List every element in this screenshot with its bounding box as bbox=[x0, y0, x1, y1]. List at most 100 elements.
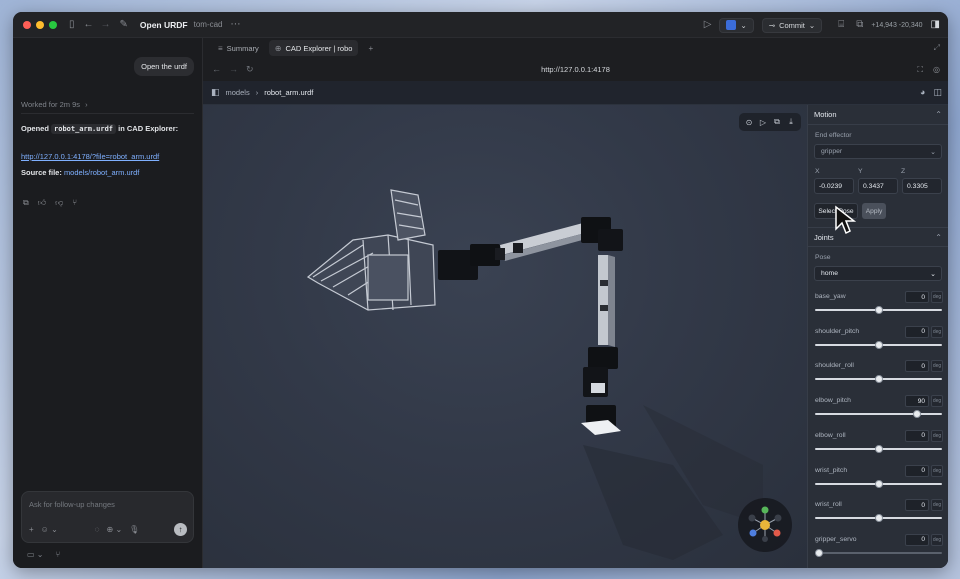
joint-name: wrist_roll bbox=[815, 501, 842, 509]
app-header-actions: ◕ ◫ bbox=[920, 87, 942, 98]
joint-slider[interactable] bbox=[815, 479, 942, 488]
slider-handle[interactable] bbox=[874, 306, 883, 314]
panel-toggle-icon[interactable]: ◨ bbox=[931, 20, 940, 30]
joint-slider[interactable] bbox=[815, 548, 942, 557]
copy-icon[interactable]: ⧉ bbox=[771, 116, 783, 128]
divider bbox=[21, 113, 194, 114]
sidebar-toggle-icon[interactable]: ▯ bbox=[69, 19, 75, 30]
slider-handle[interactable] bbox=[912, 410, 921, 419]
diff-stats[interactable]: +14,943 -20,340 bbox=[871, 22, 922, 29]
joint-unit: deg bbox=[931, 325, 943, 338]
x-input[interactable]: -0.0239 bbox=[814, 178, 854, 194]
download-icon[interactable]: ⤓ bbox=[785, 116, 797, 128]
joint-value-input[interactable]: 0 bbox=[905, 325, 929, 338]
model-picker-icon[interactable]: ☺ ⌄ bbox=[41, 525, 58, 534]
joint-slider[interactable] bbox=[815, 306, 942, 314]
end-effector-select[interactable]: gripper ⌄ bbox=[814, 144, 942, 159]
user-message: Open the urdf bbox=[134, 57, 194, 76]
joint-unit: deg bbox=[931, 360, 943, 373]
send-button[interactable]: ↑ bbox=[174, 523, 187, 536]
robot-arm-render bbox=[306, 189, 792, 560]
add-attachment-icon[interactable]: + bbox=[29, 525, 34, 534]
window-controls bbox=[23, 20, 57, 29]
viewport-toolbar: ⊙ ▷ ⧉ ⤓ bbox=[739, 113, 801, 131]
title-bar: ▯ ← → ✎ Open URDF tom-cad ⋯ ▷ ⌄ ⊸ Commit… bbox=[13, 12, 948, 38]
copy-window-icon[interactable]: ⧉ bbox=[856, 20, 863, 30]
explorer-link[interactable]: http://127.0.0.1:4178/?file=robot_arm.ur… bbox=[21, 152, 159, 161]
breadcrumb: ◧ models › robot_arm.urdf bbox=[211, 87, 313, 98]
joint-value-input[interactable]: 0 bbox=[905, 533, 929, 546]
z-label: Z bbox=[901, 168, 906, 175]
address-field[interactable]: http://127.0.0.1:4178 bbox=[203, 65, 948, 74]
tab-summary[interactable]: ≡ Summary bbox=[212, 40, 265, 56]
zoom-window-button[interactable] bbox=[49, 20, 57, 29]
focus-icon[interactable]: ⊙ bbox=[743, 116, 755, 128]
file-tree-icon[interactable]: ◧ bbox=[211, 87, 220, 98]
chevron-down-icon: ⌄ bbox=[930, 270, 936, 278]
slider-handle[interactable] bbox=[874, 479, 883, 488]
commit-button[interactable]: ⊸ Commit ⌄ bbox=[761, 17, 823, 33]
breadcrumb-models[interactable]: models bbox=[226, 88, 250, 97]
microphone-icon[interactable]: 🎙︎ bbox=[129, 525, 139, 534]
tab-summary-label: Summary bbox=[226, 43, 259, 53]
branch-status-icon[interactable]: ⑂ bbox=[55, 550, 60, 559]
joint-slider[interactable] bbox=[815, 410, 942, 419]
slider-handle[interactable] bbox=[874, 444, 883, 453]
joint-slider[interactable] bbox=[815, 375, 942, 384]
joint-value-input[interactable]: 0 bbox=[905, 291, 929, 303]
globe-picker-icon[interactable]: ⊕ ⌄ bbox=[107, 525, 123, 534]
minimize-window-button[interactable] bbox=[36, 20, 44, 29]
breadcrumb-current-file: robot_arm.urdf bbox=[264, 88, 314, 97]
expand-icon[interactable]: ⤢ bbox=[934, 43, 940, 53]
joint-value-input[interactable]: 0 bbox=[905, 429, 929, 442]
new-tab-button[interactable]: + bbox=[362, 40, 379, 56]
branch-icon[interactable]: ⑂ bbox=[72, 198, 77, 208]
pose-select[interactable]: home ⌄ bbox=[814, 266, 942, 281]
joint-slider[interactable] bbox=[815, 444, 942, 453]
run-icon[interactable]: ▷ bbox=[704, 20, 712, 30]
motion-section-header[interactable]: Motion ⌃ bbox=[808, 105, 948, 125]
joints-section-header[interactable]: Joints ⌃ bbox=[808, 227, 948, 247]
gripper-frame bbox=[306, 189, 436, 311]
composer-input[interactable]: Ask for follow-up changes bbox=[29, 500, 115, 509]
z-input[interactable]: 0.3305 bbox=[902, 178, 942, 194]
joint-value-input[interactable]: 0 bbox=[905, 360, 929, 373]
joint-value-input[interactable]: 0 bbox=[905, 464, 929, 477]
new-chat-icon[interactable]: ✎ bbox=[120, 19, 128, 30]
terminal-icon[interactable]: ⌸ bbox=[838, 20, 844, 30]
slider-handle[interactable] bbox=[874, 340, 883, 349]
apply-button[interactable]: Apply bbox=[862, 203, 886, 219]
joint-slider[interactable] bbox=[815, 340, 942, 349]
editor-picker-button[interactable]: ⌄ bbox=[719, 17, 754, 33]
sidebar-panel-icon[interactable]: ◫ bbox=[933, 87, 942, 98]
close-window-button[interactable] bbox=[23, 20, 31, 29]
3d-viewport[interactable]: ⊙ ▷ ⧉ ⤓ bbox=[203, 105, 807, 568]
copy-icon[interactable]: ⧉ bbox=[23, 198, 29, 208]
y-input[interactable]: 0.3437 bbox=[858, 178, 898, 194]
slider-handle[interactable] bbox=[874, 514, 883, 523]
joint-name: gripper_servo bbox=[815, 535, 857, 543]
app-window: ▯ ← → ✎ Open URDF tom-cad ⋯ ▷ ⌄ ⊸ Commit… bbox=[13, 12, 948, 568]
slider-handle[interactable] bbox=[815, 548, 823, 557]
joint-slider[interactable] bbox=[815, 514, 942, 523]
environment-icon[interactable]: ▭ ⌄ bbox=[27, 550, 43, 559]
thumbs-up-icon[interactable]: 👍︎ bbox=[38, 198, 46, 208]
forward-arrow-icon[interactable]: → bbox=[101, 19, 111, 30]
palette-icon[interactable]: ◕ bbox=[920, 87, 925, 98]
joint-value-input[interactable]: 90 bbox=[905, 395, 929, 408]
screenshot-icon[interactable]: ⛶ bbox=[917, 65, 923, 75]
worked-for-summary[interactable]: Worked for 2m 9s › bbox=[21, 100, 88, 109]
devtools-icon[interactable]: ◎ bbox=[933, 65, 940, 75]
tab-cad-explorer[interactable]: ⊕ CAD Explorer | robo bbox=[268, 40, 359, 56]
explorer-link-line: http://127.0.0.1:4178/?file=robot_arm.ur… bbox=[21, 152, 159, 161]
joint-value-input[interactable]: 0 bbox=[905, 499, 929, 512]
composer[interactable]: Ask for follow-up changes + ☺ ⌄ ◌ ⊕ ⌄ 🎙︎… bbox=[21, 491, 194, 543]
chat-panel: Open the urdf Worked for 2m 9s › Opened … bbox=[13, 38, 203, 568]
source-file-link[interactable]: models/robot_arm.urdf bbox=[64, 168, 139, 177]
play-icon[interactable]: ▷ bbox=[757, 116, 769, 128]
slider-handle[interactable] bbox=[874, 375, 883, 384]
url-actions: ⛶ ◎ bbox=[917, 65, 940, 75]
thumbs-down-icon[interactable]: 👎︎ bbox=[55, 198, 63, 208]
more-options-icon[interactable]: ⋯ bbox=[231, 19, 241, 30]
back-arrow-icon[interactable]: ← bbox=[84, 19, 94, 30]
